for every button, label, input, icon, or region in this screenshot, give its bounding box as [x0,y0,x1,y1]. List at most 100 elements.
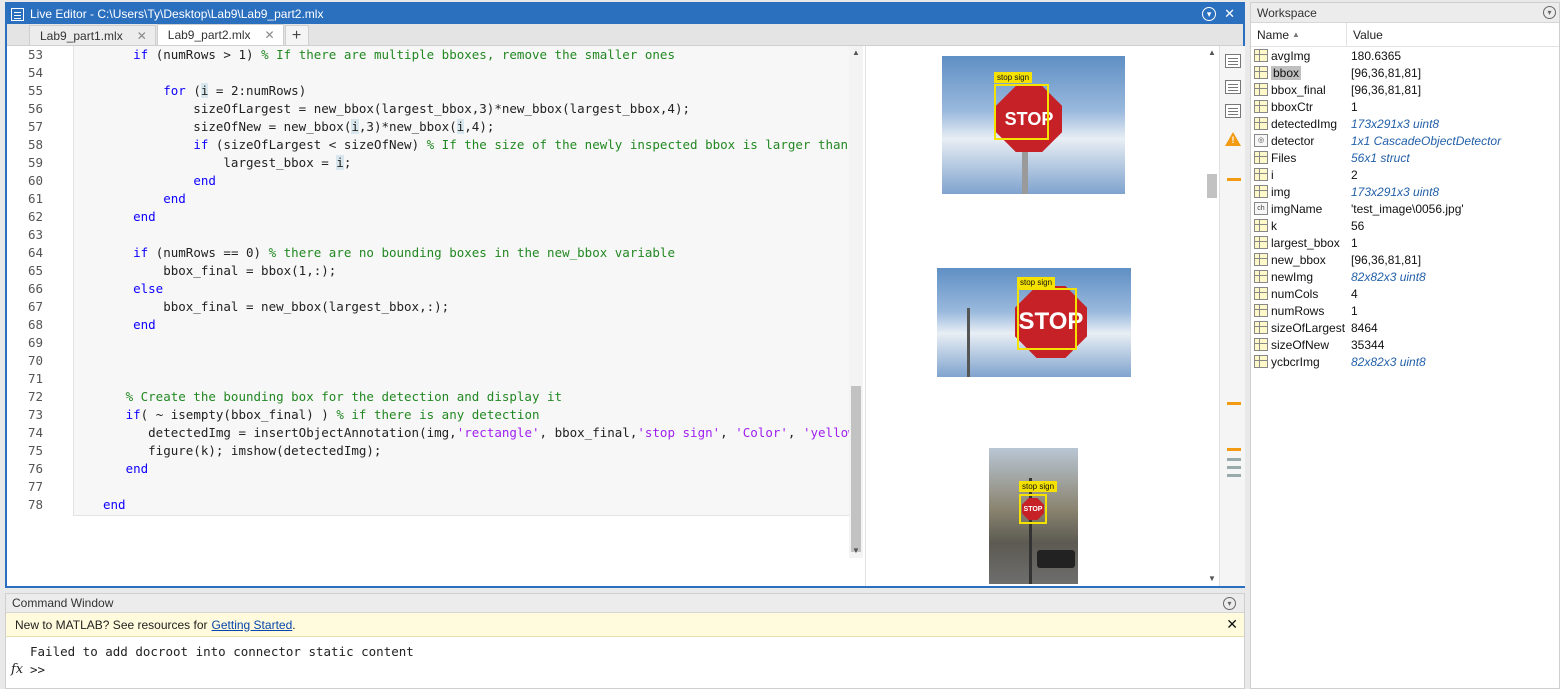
variable-value: [96,36,81,81] [1351,65,1422,80]
code-line[interactable]: 60 end [7,172,849,190]
workspace-row[interactable]: sizeOfNew 35344 [1251,336,1559,353]
command-output[interactable]: Failed to add docroot into connector sta… [6,637,1244,679]
workspace-row[interactable]: Files 56x1 struct [1251,149,1559,166]
tab-close-icon[interactable]: ✕ [265,28,275,42]
variable-name-text: sizeOfNew [1271,337,1330,352]
scroll-up-icon[interactable]: ▲ [1208,48,1216,57]
warning-marker[interactable] [1227,402,1241,405]
variable-icon [1254,287,1268,300]
code-line[interactable]: 58 if (sizeOfLargest < sizeOfNew) % If t… [7,136,849,154]
warning-marker[interactable] [1227,178,1241,181]
code-line[interactable]: 57 sizeOfNew = new_bbox(i,3)*new_bbox(i,… [7,118,849,136]
code-line[interactable]: 71 [7,370,849,388]
function-browser-icon[interactable]: fx [11,662,23,677]
scroll-thumb[interactable] [851,386,861,552]
workspace-row[interactable]: ycbcrImg 82x82x3 uint8 [1251,353,1559,370]
close-notice-icon[interactable]: ✕ [1226,616,1238,633]
workspace-row[interactable]: k 56 [1251,217,1559,234]
code-line[interactable]: 66 else [7,280,849,298]
code-line[interactable]: 77 [7,478,849,496]
output-right-icon[interactable] [1225,80,1241,94]
panel-options-icon[interactable]: ▾ [1202,7,1217,21]
code-line[interactable]: 63 [7,226,849,244]
output-inline-icon[interactable] [1225,54,1241,68]
line-number: 63 [27,227,43,242]
name-column-header[interactable]: Name ▲ [1251,23,1347,46]
code-line[interactable]: 61 end [7,190,849,208]
variable-icon [1254,83,1268,96]
code-line[interactable]: 72 % Create the bounding box for the det… [7,388,849,406]
code-line[interactable]: 67 bbox_final = new_bbox(largest_bbox,:)… [7,298,849,316]
output-figure-3[interactable]: STOP stop sign [989,448,1078,584]
code-line[interactable]: 76 end [7,460,849,478]
variable-name-text: Files [1271,150,1297,165]
tab-lab9-part1[interactable]: Lab9_part1.mlx ✕ [29,25,156,45]
scroll-up-icon[interactable]: ▲ [852,48,860,57]
getting-started-link[interactable]: Getting Started [212,618,293,632]
code-line[interactable]: 74 detectedImg = insertObjectAnnotation(… [7,424,856,442]
code-line[interactable]: 73 if( ~ isempty(bbox_final) ) % if ther… [7,406,849,424]
panel-options-icon[interactable]: ▾ [1223,596,1236,610]
variable-name: bbox [1271,65,1351,80]
command-window-title: Command Window [12,596,114,610]
code-line[interactable]: 65 bbox_final = bbox(1,:); [7,262,849,280]
output-vertical-scrollbar[interactable]: ▲ ▼ [1205,46,1219,586]
code-vertical-scrollbar[interactable]: ▲ ▼ [849,46,863,558]
workspace-row[interactable]: newImg 82x82x3 uint8 [1251,268,1559,285]
output-figure-1[interactable]: STOP stop sign [942,56,1125,194]
output-marker[interactable] [1227,474,1241,477]
workspace-row[interactable]: avgImg 180.6365 [1251,47,1559,64]
workspace-row[interactable]: bbox_final [96,36,81,81] [1251,81,1559,98]
warning-icon[interactable]: ! [1225,132,1241,146]
workspace-row[interactable]: numRows 1 [1251,302,1559,319]
scroll-down-icon[interactable]: ▼ [852,546,860,555]
workspace-row[interactable]: ◎ detector 1x1 CascadeObjectDetector [1251,132,1559,149]
command-prompt[interactable]: >> [30,661,1244,679]
workspace-row[interactable]: ch imgName 'test_image\0056.jpg' [1251,200,1559,217]
workspace-row[interactable]: largest_bbox 1 [1251,234,1559,251]
code-line[interactable]: 62 end [7,208,849,226]
workspace-row[interactable]: detectedImg 173x291x3 uint8 [1251,115,1559,132]
code-line[interactable]: 53 if (numRows > 1) % If there are multi… [7,46,849,64]
workspace-row[interactable]: bboxCtr 1 [1251,98,1559,115]
line-number: 64 [27,245,43,260]
code-line[interactable]: 68 end [7,316,849,334]
code-line[interactable]: 69 [7,334,849,352]
warning-marker[interactable] [1227,448,1241,451]
code-line[interactable]: 78 end [7,496,849,514]
variable-icon [1254,338,1268,351]
code-line[interactable]: 64 if (numRows == 0) % there are no boun… [7,244,849,262]
tab-close-icon[interactable]: ✕ [137,29,147,43]
code-line[interactable]: 56 sizeOfLargest = new_bbox(largest_bbox… [7,100,849,118]
code-editor[interactable]: 53 if (numRows > 1) % If there are multi… [7,46,865,576]
workspace-row[interactable]: sizeOfLargest 8464 [1251,319,1559,336]
code-line[interactable]: 54 [7,64,849,82]
workspace-row[interactable]: bbox [96,36,81,81] [1251,64,1559,81]
tab-lab9-part2[interactable]: Lab9_part2.mlx ✕ [156,24,284,45]
output-marker[interactable] [1227,458,1241,461]
output-marker[interactable] [1227,466,1241,469]
code-line[interactable]: 70 [7,352,849,370]
scroll-thumb[interactable] [1207,174,1217,198]
workspace-row[interactable]: i2 [1251,166,1559,183]
output-line: Failed to add docroot into connector sta… [30,644,414,659]
value-column-header[interactable]: Value [1347,28,1383,42]
workspace-row[interactable]: new_bbox [96,36,81,81] [1251,251,1559,268]
scroll-down-icon[interactable]: ▼ [1208,574,1216,583]
close-editor-icon[interactable]: ✕ [1224,6,1235,22]
code-line[interactable]: 55 for (i = 2:numRows) [7,82,849,100]
workspace-row[interactable]: numCols 4 [1251,285,1559,302]
output-figure-2[interactable]: STOP stop sign [937,268,1131,377]
variable-name-text: img [1271,184,1291,199]
workspace-row[interactable]: img 173x291x3 uint8 [1251,183,1559,200]
variable-icon [1254,355,1268,368]
panel-options-icon[interactable]: ▾ [1543,6,1556,19]
getting-started-notice: New to MATLAB? See resources for Getting… [6,613,1244,637]
code-line[interactable]: 75 figure(k); imshow(detectedImg); [7,442,849,460]
variable-value: 35344 [1351,337,1385,352]
code-line[interactable]: 59 largest_bbox = i; [7,154,849,172]
add-tab-button[interactable]: + [284,25,309,45]
variable-value: [96,36,81,81] [1351,82,1422,97]
line-number: 56 [27,101,43,116]
hide-code-icon[interactable] [1225,104,1241,118]
